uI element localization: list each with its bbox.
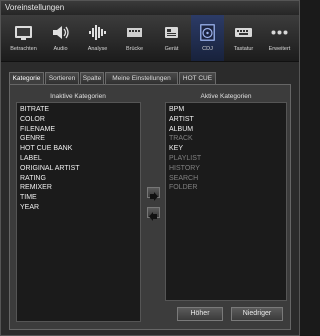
toolbar-item-analysis[interactable]: Analyse <box>81 15 114 61</box>
move-left-button[interactable] <box>147 207 160 221</box>
keyboard-icon <box>235 28 252 37</box>
toolbar-item-keyboard[interactable]: Tastatur <box>227 15 260 61</box>
toolbar-item-bridge[interactable]: Brücke <box>118 15 151 61</box>
inactive-list-item[interactable]: ORIGINAL ARTIST <box>20 164 140 174</box>
inactive-list-item[interactable]: YEAR <box>20 203 140 213</box>
toolbar-label: CDJ <box>202 46 213 52</box>
cdj-icon <box>200 24 215 41</box>
tab-hot-cue[interactable]: HOT CUE <box>179 72 216 84</box>
toolbar-item-cdj[interactable]: CDJ <box>191 15 224 61</box>
active-list-item[interactable]: PLAYLIST <box>169 154 286 164</box>
active-list-item[interactable]: TRACK <box>169 134 286 144</box>
arrow-left-icon <box>149 212 157 221</box>
category-toolbar: Betrachten Audio Analyse Brücke Gerät CD… <box>1 15 299 62</box>
active-list-item[interactable]: HISTORY <box>169 164 286 174</box>
active-category-list[interactable]: BPM ARTIST ALBUM TRACK KEY PLAYLIST HISTORY SEA… <box>165 102 287 301</box>
inactive-heading: Inaktive Kategorien <box>50 93 106 100</box>
bridge-icon <box>127 28 142 37</box>
active-heading: Aktive Kategorien <box>200 93 252 100</box>
active-list-item[interactable]: SEARCH <box>169 174 286 184</box>
active-list-item[interactable]: FOLDER <box>169 183 286 193</box>
inactive-list-item[interactable]: GENRE <box>20 134 140 144</box>
inactive-list-item[interactable]: FILENAME <box>20 125 140 135</box>
inactive-category-list[interactable]: BITRATE COLOR FILENAME GENRE HOT CUE BANK LAB… <box>16 102 141 322</box>
view-icon <box>15 26 32 40</box>
inactive-list-item[interactable]: BITRATE <box>20 105 140 115</box>
active-list-item[interactable]: BPM <box>169 105 286 115</box>
toolbar-label: Erweitert <box>268 46 291 52</box>
toolbar-item-view[interactable]: Betrachten <box>7 15 40 61</box>
higher-button[interactable]: Höher <box>177 307 223 321</box>
toolbar-label: Tastatur <box>233 46 254 52</box>
waveform-icon <box>89 25 106 40</box>
toolbar-label: Gerät <box>164 46 179 52</box>
toolbar-item-device[interactable]: Gerät <box>155 15 188 61</box>
inactive-list-item[interactable]: HOT CUE BANK <box>20 144 140 154</box>
toolbar-item-advanced[interactable]: Erweitert <box>263 15 296 61</box>
move-right-button[interactable] <box>147 187 160 201</box>
inactive-list-item[interactable]: COLOR <box>20 115 140 125</box>
toolbar-label: Audio <box>53 46 68 52</box>
toolbar-label: Betrachten <box>10 46 37 52</box>
device-icon <box>165 27 178 38</box>
speaker-icon <box>53 26 69 39</box>
lower-button[interactable]: Niedriger <box>231 307 283 321</box>
inactive-list-item[interactable]: TIME <box>20 193 140 203</box>
category-panel: Inaktive Kategorien BITRATE COLOR FILENAME… <box>9 84 291 330</box>
active-list-item[interactable]: ARTIST <box>169 115 286 125</box>
inactive-list-item[interactable]: REMIXER <box>20 183 140 193</box>
tab-spalte[interactable]: Spalte <box>80 72 104 84</box>
tab-meine-einstellungen[interactable]: Meine Einstellungen <box>105 72 178 84</box>
toolbar-item-audio[interactable]: Audio <box>44 15 77 61</box>
toolbar-label: Analyse <box>87 46 108 52</box>
inactive-list-item[interactable]: LABEL <box>20 154 140 164</box>
window-title: Voreinstellungen <box>1 1 299 15</box>
active-list-item[interactable]: ALBUM <box>169 125 286 135</box>
arrow-right-icon <box>150 192 158 201</box>
preferences-window: Voreinstellungen Betrachten Audio Analys… <box>0 0 300 336</box>
more-icon <box>271 30 288 35</box>
toolbar-label: Brücke <box>125 46 144 52</box>
tab-sortieren[interactable]: Sortieren <box>45 72 79 84</box>
inactive-list-item[interactable]: RATING <box>20 174 140 184</box>
active-list-item[interactable]: KEY <box>169 144 286 154</box>
